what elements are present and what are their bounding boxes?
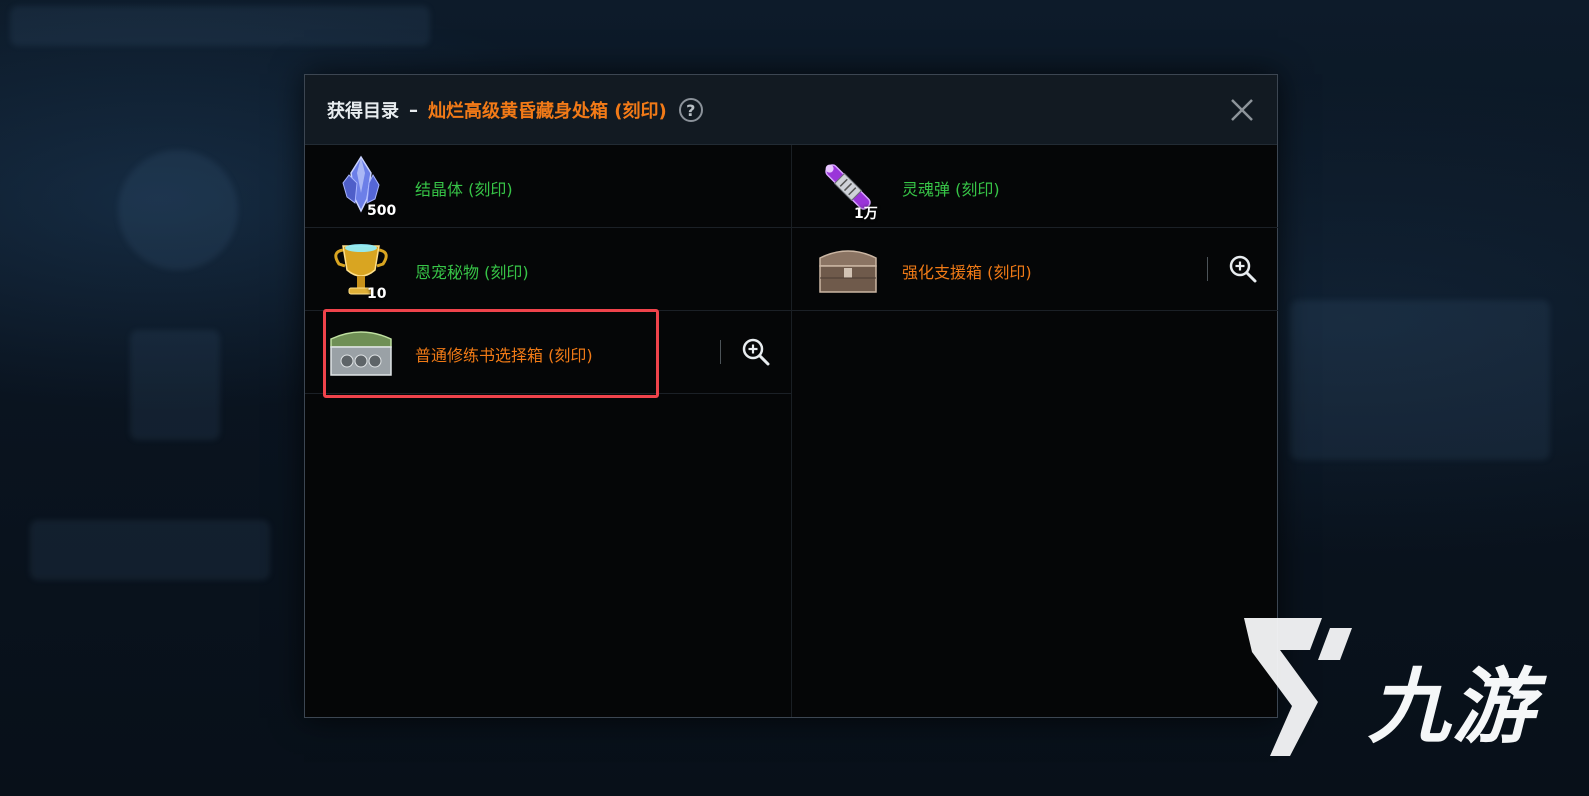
item-grid: 500 结晶体 (刻印) 1万 灵魂弹 (刻印) 10 恩宠秘物 (刻印) 强化… bbox=[305, 145, 1278, 717]
zoom-divider bbox=[1207, 257, 1208, 281]
background-panel bbox=[130, 330, 220, 440]
list-item[interactable]: 强化支援箱 (刻印) bbox=[792, 228, 1278, 311]
item-name: 强化支援箱 (刻印) bbox=[902, 263, 1032, 282]
background-panel bbox=[10, 6, 430, 46]
help-icon[interactable]: ? bbox=[678, 98, 703, 122]
zoom-button[interactable] bbox=[720, 331, 771, 373]
highlight-box bbox=[323, 309, 659, 398]
title-item-name: 灿烂高级黄昏藏身处箱 (刻印) bbox=[428, 101, 667, 122]
item-quantity: 500 bbox=[367, 203, 397, 219]
dialog-header: 获得目录 – 灿烂高级黄昏藏身处箱 (刻印) ? bbox=[305, 75, 1277, 145]
list-item[interactable]: 10 恩宠秘物 (刻印) bbox=[305, 228, 791, 311]
item-name: 灵魂弹 (刻印) bbox=[902, 180, 1000, 199]
item-name: 结晶体 (刻印) bbox=[415, 180, 513, 199]
item-quantity: 10 bbox=[367, 286, 387, 302]
zoom-in-icon[interactable] bbox=[1228, 254, 1258, 284]
zoom-button[interactable] bbox=[1207, 248, 1258, 290]
item-name: 恩宠秘物 (刻印) bbox=[415, 263, 529, 282]
title-label: 获得目录 bbox=[327, 101, 399, 122]
background-panel bbox=[118, 150, 238, 270]
zoom-in-icon[interactable] bbox=[741, 337, 771, 367]
watermark-text: 九游 bbox=[1368, 660, 1536, 755]
chest-icon bbox=[819, 250, 877, 293]
list-item[interactable]: 1万 灵魂弹 (刻印) bbox=[792, 145, 1278, 228]
background-panel bbox=[30, 520, 270, 580]
close-icon[interactable] bbox=[1229, 97, 1255, 123]
list-item[interactable]: 500 结晶体 (刻印) bbox=[305, 145, 791, 228]
zoom-divider bbox=[720, 340, 721, 364]
item-quantity: 1万 bbox=[854, 206, 878, 222]
background-panel bbox=[1290, 300, 1550, 460]
title-separator: – bbox=[409, 99, 418, 121]
dialog-title: 获得目录 – 灿烂高级黄昏藏身处箱 (刻印) ? bbox=[327, 97, 703, 123]
